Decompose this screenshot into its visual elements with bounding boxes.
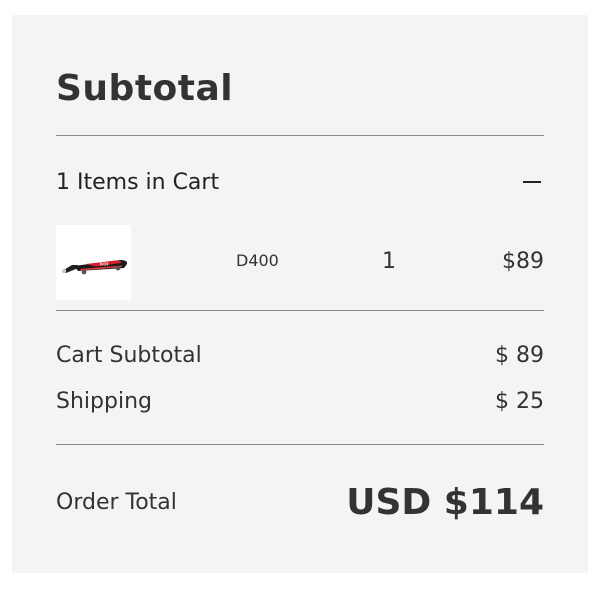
product-thumbnail[interactable]: KOI: [56, 225, 131, 300]
collapse-cart-button[interactable]: [520, 170, 544, 194]
cart-item-count: 1 Items in Cart: [56, 169, 220, 195]
order-total-label: Order Total: [56, 489, 177, 515]
minus-icon: [523, 181, 541, 183]
summary-title: Subtotal: [56, 68, 234, 109]
scooter-deck-image: KOI: [61, 260, 128, 275]
cart-items-header[interactable]: 1 Items in Cart: [56, 167, 544, 197]
item-price: $89: [502, 249, 544, 274]
shipping-row: Shipping $ 25: [56, 386, 544, 416]
cart-item-row: KOI D400 1 $89: [56, 225, 544, 300]
svg-text:KOI: KOI: [100, 262, 108, 267]
subtotal-row: Cart Subtotal $ 89: [56, 340, 544, 370]
order-summary-panel: Subtotal 1 Items in Cart KOI D400 1 $89 …: [12, 15, 588, 573]
item-sku: D400: [236, 251, 279, 270]
subtotal-value: $ 89: [495, 342, 544, 368]
shipping-value: $ 25: [495, 388, 544, 414]
order-total-value: USD $114: [346, 481, 544, 523]
divider: [56, 444, 544, 445]
order-total-row: Order Total USD $114: [56, 480, 544, 524]
divider: [56, 135, 544, 136]
item-quantity: 1: [382, 249, 396, 274]
subtotal-label: Cart Subtotal: [56, 342, 202, 368]
shipping-label: Shipping: [56, 388, 152, 414]
divider: [56, 310, 544, 311]
